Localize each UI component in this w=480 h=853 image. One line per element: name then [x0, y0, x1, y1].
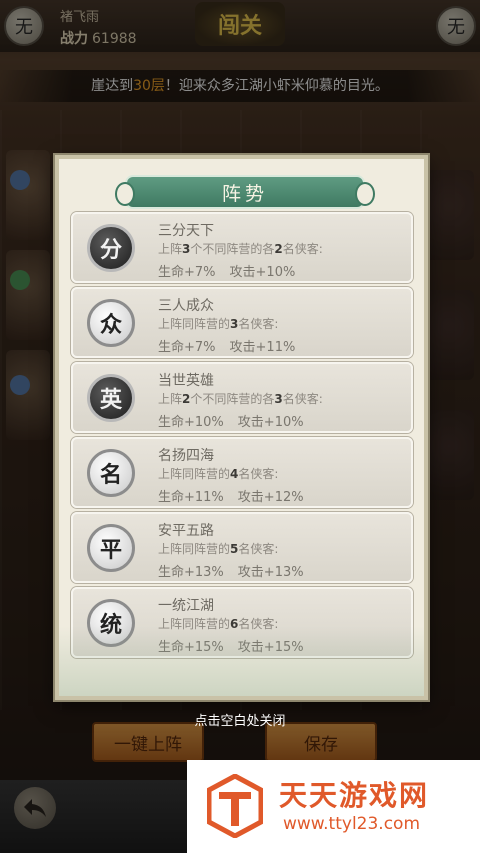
formation-emblem-icon: 平 [87, 524, 135, 572]
requirement-number: 3 [274, 392, 283, 406]
formation-name: 一统江湖 [158, 598, 214, 614]
formation-bonus: 生命+7% 攻击+11% [158, 336, 295, 355]
formation-requirement: 上阵同阵营的5名侠客: [158, 540, 278, 557]
requirement-text: 上阵同阵营的 [158, 467, 231, 481]
hp-bonus: 生命+7% [158, 265, 216, 280]
formation-bonus: 生命+13% 攻击+13% [158, 561, 304, 580]
requirement-text: 上阵 [158, 242, 183, 256]
requirement-text: 个不同阵营的各 [190, 392, 275, 406]
formation-modal: 阵势 分三分天下 上阵3个不同阵营的各2名侠客: 生命+7% 攻击+10% 众三人成众上… [55, 155, 428, 700]
watermark-url: www.ttyl23.com [283, 814, 421, 834]
formation-card: 众 三人成众 上阵同阵营的3名侠客: 生命+7% 攻击+11% [71, 287, 413, 358]
formation-emblem-icon: 统 [87, 599, 135, 647]
requirement-number: 2 [274, 242, 283, 256]
attack-bonus: 攻击+13% [237, 565, 304, 580]
requirement-text: 上阵同阵营的 [158, 617, 231, 631]
hp-bonus: 生命+15% [158, 640, 224, 655]
formation-emblem-icon: 英 [87, 374, 135, 422]
formation-name: 当世英雄 [158, 373, 214, 389]
formation-card: 名 名扬四海 上阵同阵营的4名侠客: 生命+11% 攻击+12% [71, 437, 413, 508]
formation-card: 分 三分天下 上阵3个不同阵营的各2名侠客: 生命+7% 攻击+10% [71, 212, 413, 283]
formation-emblem-icon: 分 [87, 224, 135, 272]
formation-card: 统 一统江湖 上阵同阵营的6名侠客: 生命+15% 攻击+15% [71, 587, 413, 658]
formation-name: 三人成众 [158, 298, 214, 314]
requirement-text: 上阵同阵营的 [158, 317, 231, 331]
watermark-title: 天天游戏网 [279, 779, 430, 812]
site-watermark: 天天游戏网 www.ttyl23.com [187, 760, 480, 853]
hp-bonus: 生命+13% [158, 565, 224, 580]
requirement-text: 名侠客: [282, 392, 323, 406]
requirement-text: 名侠客: [238, 617, 279, 631]
requirement-text: 上阵 [158, 392, 183, 406]
requirement-text: 名侠客: [238, 317, 279, 331]
formation-card: 英 当世英雄 上阵2个不同阵营的各3名侠客: 生命+10% 攻击+10% [71, 362, 413, 433]
formation-emblem-icon: 名 [87, 449, 135, 497]
requirement-text: 名侠客: [282, 242, 323, 256]
attack-bonus: 攻击+10% [237, 415, 304, 430]
formation-emblem-icon: 众 [87, 299, 135, 347]
hp-bonus: 生命+10% [158, 415, 224, 430]
formation-card: 平 安平五路 上阵同阵营的5名侠客: 生命+13% 攻击+13% [71, 512, 413, 583]
hp-bonus: 生命+7% [158, 340, 216, 355]
formation-bonus: 生命+15% 攻击+15% [158, 636, 304, 655]
requirement-text: 名侠客: [238, 542, 279, 556]
formation-requirement: 上阵2个不同阵营的各3名侠客: [158, 390, 323, 407]
close-hint[interactable]: 点击空白处关闭 [0, 710, 480, 729]
formation-requirement: 上阵同阵营的4名侠客: [158, 465, 278, 482]
attack-bonus: 攻击+10% [229, 265, 296, 280]
formation-name: 三分天下 [158, 223, 214, 239]
requirement-text: 上阵同阵营的 [158, 542, 231, 556]
attack-bonus: 攻击+15% [237, 640, 304, 655]
attack-bonus: 攻击+11% [229, 340, 296, 355]
formation-requirement: 上阵同阵营的3名侠客: [158, 315, 278, 332]
modal-title: 阵势 [115, 175, 375, 209]
formation-requirement: 上阵3个不同阵营的各2名侠客: [158, 240, 323, 257]
formation-name: 安平五路 [158, 523, 214, 539]
formation-list: 分三分天下 上阵3个不同阵营的各2名侠客: 生命+7% 攻击+10% 众三人成众 上阵同阵… [71, 212, 413, 662]
formation-bonus: 生命+10% 攻击+10% [158, 411, 304, 430]
hp-bonus: 生命+11% [158, 490, 224, 505]
formation-bonus: 生命+7% 攻击+10% [158, 261, 295, 280]
watermark-logo-icon [207, 774, 263, 838]
requirement-text: 名侠客: [238, 467, 279, 481]
formation-bonus: 生命+11% 攻击+12% [158, 486, 304, 505]
requirement-text: 个不同阵营的各 [190, 242, 275, 256]
formation-requirement: 上阵同阵营的6名侠客: [158, 615, 278, 632]
attack-bonus: 攻击+12% [237, 490, 304, 505]
formation-name: 名扬四海 [158, 448, 214, 464]
